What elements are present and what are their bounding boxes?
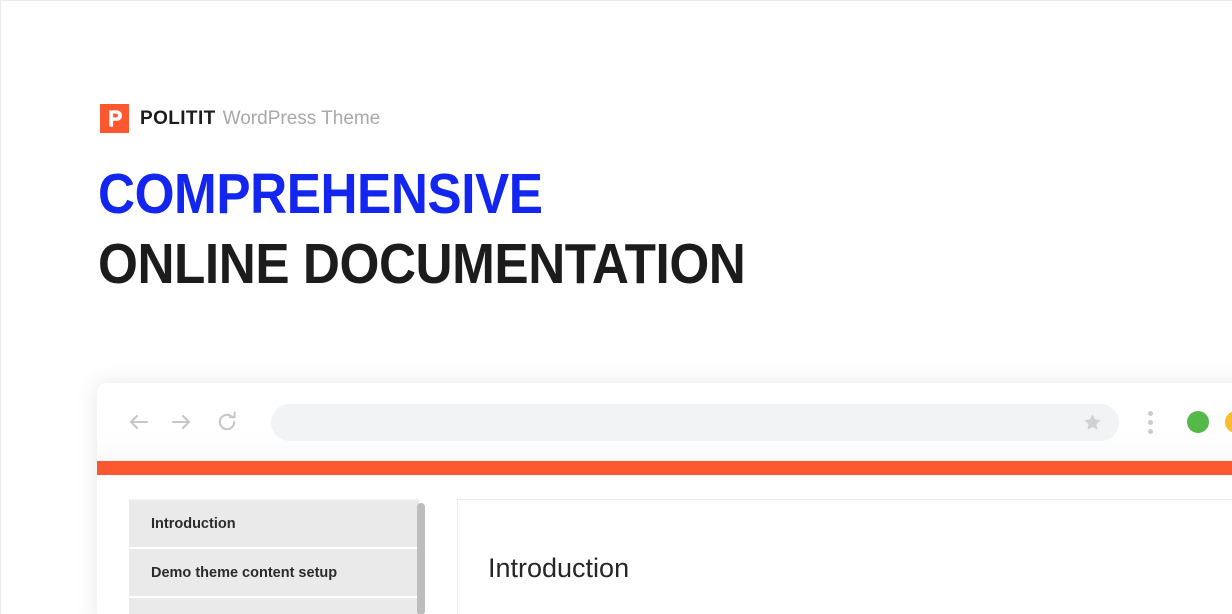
browser-window: Introduction Demo theme content setup In… (97, 383, 1232, 614)
sidebar-item-label: Introduction (151, 515, 236, 532)
kebab-dot (1147, 428, 1153, 434)
sidebar-list: Introduction Demo theme content setup (129, 499, 419, 614)
content-title: Introduction (488, 553, 630, 583)
sidebar-item-introduction[interactable]: Introduction (129, 500, 419, 549)
page-root: POLITIT WordPress Theme COMPREHENSIVE ON… (0, 0, 1232, 614)
window-controls (1187, 411, 1232, 433)
scrollbar-thumb[interactable] (417, 503, 425, 614)
window-minimize-dot[interactable] (1225, 411, 1232, 433)
kebab-menu-icon[interactable] (1133, 402, 1167, 442)
kebab-dot (1147, 419, 1153, 425)
arrow-right-icon[interactable] (163, 404, 199, 440)
brand-name: POLITIT (140, 107, 216, 129)
arrow-left-icon[interactable] (121, 404, 157, 440)
docs-content-card: Introduction (457, 499, 1232, 614)
brand-lockup: POLITIT WordPress Theme (100, 103, 380, 133)
politit-p-mark-icon (100, 103, 129, 133)
page-title: COMPREHENSIVE ONLINE DOCUMENTATION (98, 159, 746, 299)
reload-icon[interactable] (209, 404, 245, 440)
documentation-body: Introduction Demo theme content setup In… (97, 475, 1232, 614)
headline-line-1: COMPREHENSIVE (98, 162, 543, 226)
headline-line-2: ONLINE DOCUMENTATION (98, 232, 746, 296)
accent-bar (97, 461, 1232, 475)
docs-sidebar: Introduction Demo theme content setup (129, 499, 425, 614)
window-maximize-dot[interactable] (1187, 411, 1209, 433)
sidebar-item-demo-theme-content-setup[interactable]: Demo theme content setup (129, 549, 419, 598)
sidebar-item-label: Demo theme content setup (151, 564, 338, 581)
sidebar-item-partial[interactable] (129, 598, 419, 614)
brand-tagline: WordPress Theme (222, 107, 381, 129)
star-icon[interactable] (1082, 412, 1103, 433)
vertical-scrollbar[interactable] (417, 503, 425, 614)
kebab-dot (1147, 410, 1153, 416)
address-bar[interactable] (271, 403, 1119, 441)
browser-toolbar (97, 383, 1232, 461)
